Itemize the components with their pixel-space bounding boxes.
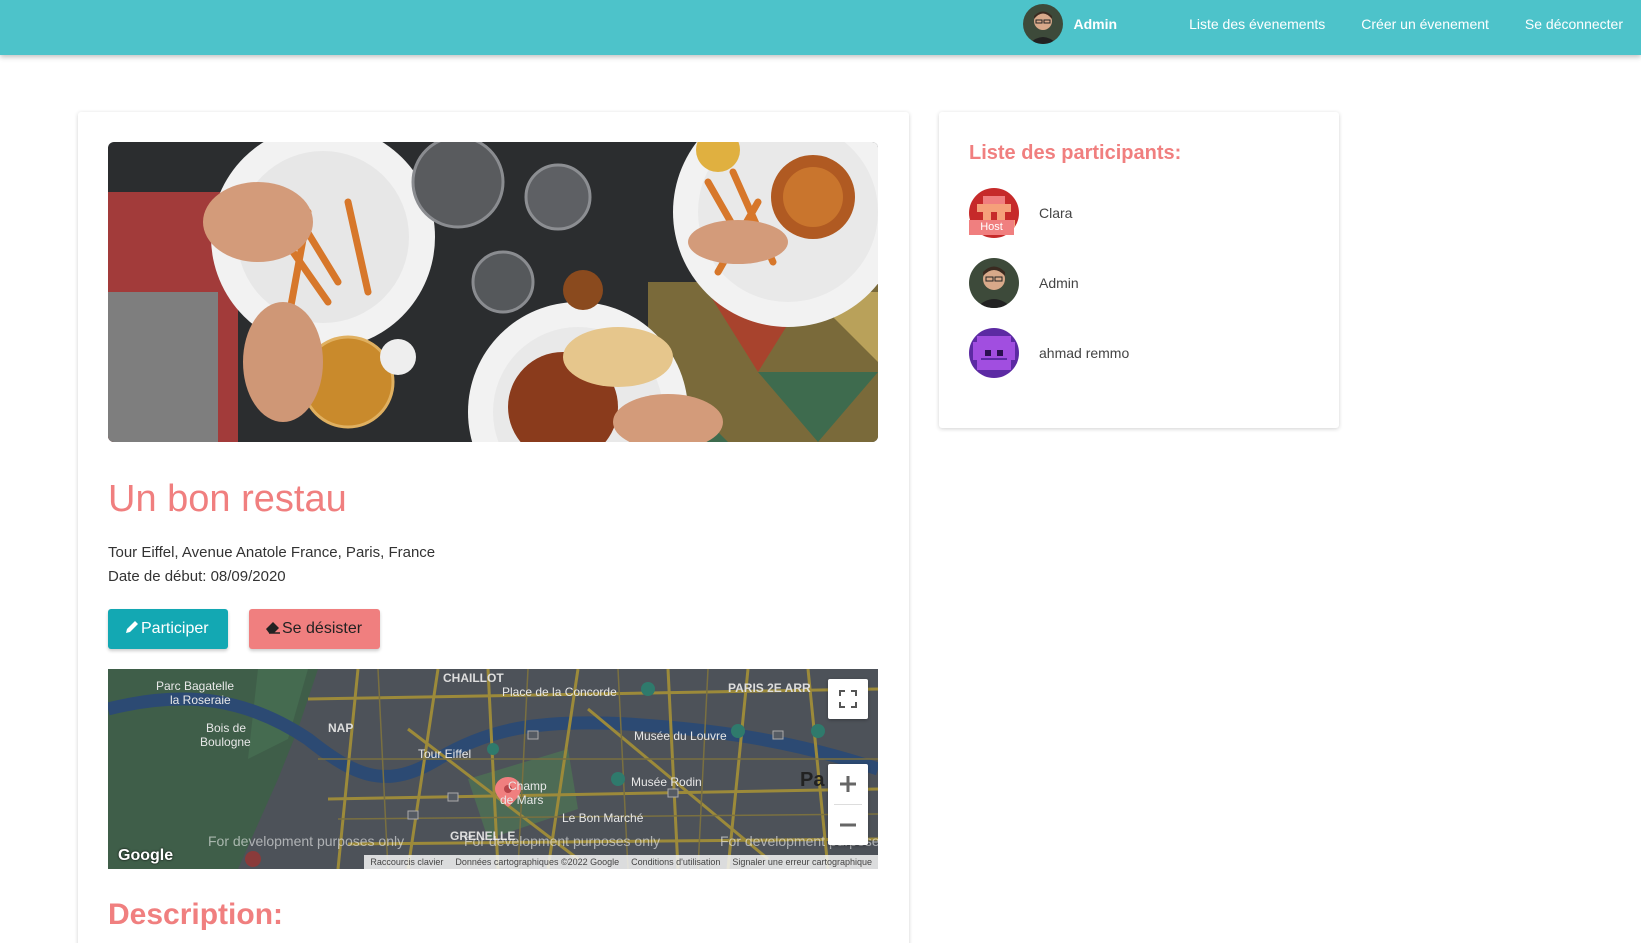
map-footer-terms[interactable]: Conditions d'utilisation	[625, 857, 726, 867]
participant-avatar	[969, 258, 1019, 308]
participant-item[interactable]: ahmad remmo	[969, 328, 1129, 378]
map-label-paris: Pa	[800, 769, 825, 791]
map-footer: Raccourcis clavier Données cartographiqu…	[364, 855, 878, 869]
eraser-icon	[265, 619, 281, 640]
participant-avatar	[969, 328, 1019, 378]
zoom-in-button[interactable]	[828, 764, 868, 804]
nav-links: Liste des évenements Créer un évenement …	[1153, 16, 1623, 32]
participant-item[interactable]: Host Clara	[969, 188, 1072, 238]
map-label-paris2: PARIS 2E ARR	[728, 681, 811, 695]
event-card: Un bon restau Tour Eiffel, Avenue Anatol…	[78, 112, 909, 943]
event-start-date: Date de début: 08/09/2020	[108, 568, 286, 585]
description-heading: Description:	[108, 898, 284, 931]
plus-icon	[840, 776, 856, 792]
event-title: Un bon restau	[108, 478, 347, 520]
map-label-bois-1: Bois de	[206, 721, 247, 735]
map-label-concorde: Place de la Concorde	[502, 685, 617, 699]
map-label-bois-2: Boulogne	[200, 735, 251, 749]
map-footer-report[interactable]: Signaler une erreur cartographique	[726, 857, 878, 867]
nav-user-name[interactable]: Admin	[1074, 16, 1118, 32]
map-fullscreen-button[interactable]	[828, 679, 868, 719]
host-badge: Host	[969, 220, 1014, 235]
map-zoom-controls	[828, 764, 868, 845]
zoom-out-button[interactable]	[828, 805, 868, 845]
participant-name: ahmad remmo	[1039, 345, 1130, 361]
participant-item[interactable]: Admin	[969, 258, 1079, 308]
map-label-chaillot: CHAILLOT	[443, 671, 504, 685]
withdraw-button[interactable]: Se désister	[249, 609, 380, 649]
map-label-champ-2: de Mars	[500, 793, 544, 807]
map-label-rodin: Musée Rodin	[631, 775, 702, 789]
participant-name: Clara	[1039, 205, 1073, 221]
map-label-nap: NAP	[328, 721, 354, 735]
withdraw-button-label: Se désister	[282, 620, 363, 637]
map-label-louvre: Musée du Louvre	[634, 729, 727, 743]
map-footer-shortcuts[interactable]: Raccourcis clavier	[364, 857, 449, 867]
map-label-bagatelle-1: Parc Bagatelle	[156, 679, 235, 693]
participate-button-label: Participer	[141, 620, 209, 637]
fullscreen-icon	[839, 690, 857, 708]
user-avatar[interactable]	[1022, 4, 1063, 44]
map-footer-data: Données cartographiques ©2022 Google	[455, 857, 620, 867]
nav-link-create-event[interactable]: Créer un évenement	[1361, 16, 1489, 32]
nav-right: Admin Liste des évenements Créer un éven…	[1022, 0, 1623, 48]
map-label-bagatelle-2: la Roseraie	[170, 693, 231, 707]
pencil-icon	[124, 619, 140, 640]
map-label-champ-1: Champ	[508, 779, 547, 793]
google-logo[interactable]: Google	[118, 847, 173, 865]
participant-avatar-wrapper: Host	[969, 188, 1019, 238]
participants-title: Liste des participants:	[969, 142, 1182, 164]
minus-icon	[840, 823, 856, 827]
event-hero-image	[108, 142, 878, 442]
top-navbar: Admin Liste des évenements Créer un éven…	[0, 0, 1641, 55]
participate-button[interactable]: Participer	[108, 609, 228, 649]
event-address: Tour Eiffel, Avenue Anatole France, Pari…	[108, 544, 436, 561]
map-watermark-2: For development purposes only	[464, 833, 661, 849]
map-label-eiffel: Tour Eiffel	[418, 747, 472, 761]
participant-name: Admin	[1039, 275, 1079, 291]
participants-card: Liste des participants: Host Clara Admin…	[939, 112, 1339, 428]
event-map[interactable]: CHAILLOT Place de la Concorde PARIS 2E A…	[108, 669, 878, 869]
nav-link-logout[interactable]: Se déconnecter	[1525, 16, 1623, 32]
nav-link-event-list[interactable]: Liste des évenements	[1189, 16, 1325, 32]
map-label-bon-marche: Le Bon Marché	[562, 811, 644, 825]
map-watermark-1: For development purposes only	[208, 833, 405, 849]
nav-user-profile[interactable]: Admin	[1022, 4, 1118, 44]
